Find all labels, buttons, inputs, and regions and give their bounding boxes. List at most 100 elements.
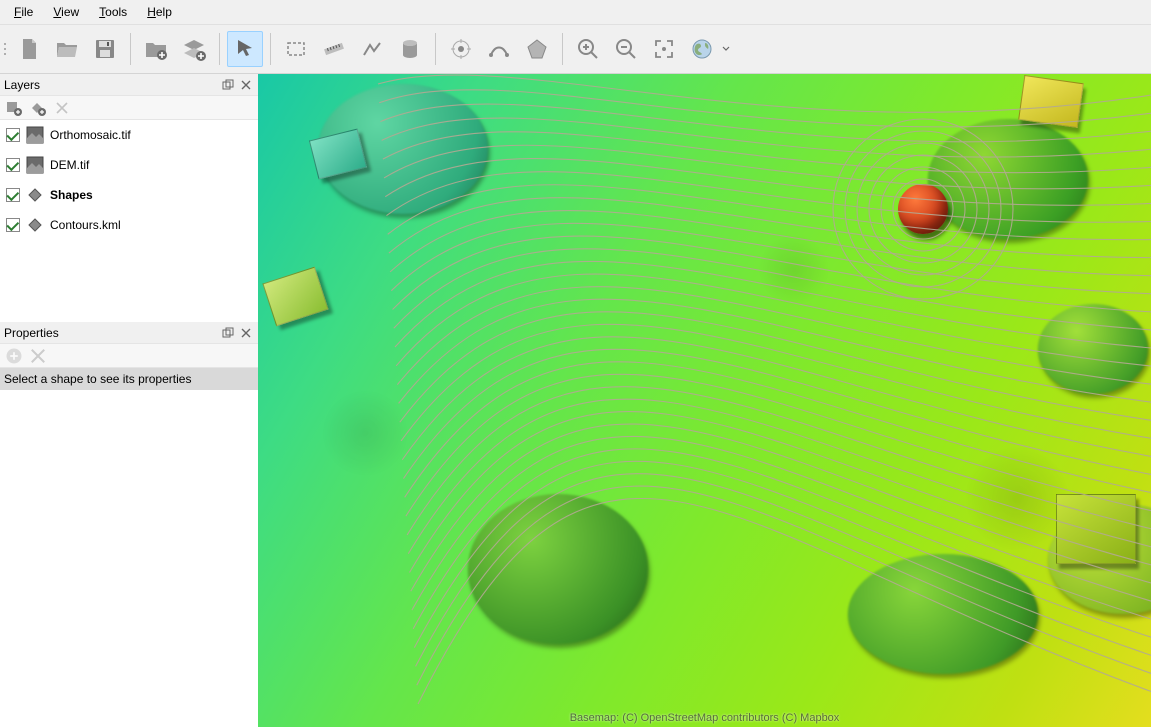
side-panels: Layers Orthomosaic.tif DEM.tif Shapes Conto… (0, 74, 258, 727)
remove-property-button[interactable] (28, 346, 48, 366)
remove-layer-button[interactable] (52, 98, 72, 118)
new-button[interactable] (11, 31, 47, 67)
add-point-button[interactable] (443, 31, 479, 67)
toolbar-separator (435, 33, 436, 65)
layer-name-label: Orthomosaic.tif (50, 128, 131, 142)
layer-row[interactable]: Contours.kml (0, 210, 258, 240)
folder-plus-icon (144, 37, 168, 61)
toolbar-separator (270, 33, 271, 65)
layer-name-label: Contours.kml (50, 218, 121, 232)
save-button[interactable] (87, 31, 123, 67)
extent-icon (652, 37, 676, 61)
main: Layers Orthomosaic.tif DEM.tif Shapes Conto… (0, 74, 1151, 727)
close-icon (28, 346, 48, 366)
layer-row[interactable]: Orthomosaic.tif (0, 120, 258, 150)
layer-visibility-checkbox[interactable] (6, 188, 20, 202)
point-icon (449, 37, 473, 61)
polyline-icon (360, 37, 384, 61)
select-tool-button[interactable] (227, 31, 263, 67)
basemap-attribution: Basemap: (C) OpenStreetMap contributors … (570, 712, 840, 724)
panel-float-button[interactable] (220, 77, 236, 93)
toolbar-separator (130, 33, 131, 65)
cylinder-icon (398, 37, 422, 61)
chevron-down-icon (722, 45, 730, 53)
document-icon (17, 37, 41, 61)
map-viewport[interactable]: Basemap: (C) OpenStreetMap contributors … (258, 74, 1151, 727)
raster-layer-icon (26, 126, 44, 144)
menu-file-rest: ile (21, 5, 33, 19)
layers-toolbar (0, 96, 258, 120)
raster-plus-icon (6, 100, 22, 116)
cursor-icon (233, 37, 257, 61)
layers-panel: Layers Orthomosaic.tif DEM.tif Shapes Conto… (0, 74, 258, 322)
basemap-dropdown[interactable] (721, 31, 731, 67)
zoom-out-button[interactable] (608, 31, 644, 67)
polygon-icon (525, 37, 549, 61)
add-layer-button[interactable] (176, 31, 212, 67)
panel-close-button[interactable] (238, 77, 254, 93)
shapes-layer-icon (26, 186, 44, 204)
menu-help-rest: elp (156, 5, 172, 19)
properties-body (0, 390, 258, 727)
layers-panel-title: Layers (4, 78, 218, 92)
marquee-icon (284, 37, 308, 61)
close-icon (240, 79, 252, 91)
float-icon (222, 79, 234, 91)
layer-name-label: Shapes (50, 188, 93, 202)
ruler-icon (322, 37, 346, 61)
zoom-out-icon (614, 37, 638, 61)
raster-layer-icon (26, 156, 44, 174)
layer-visibility-checkbox[interactable] (6, 218, 20, 232)
layer-visibility-checkbox[interactable] (6, 158, 20, 172)
toolbar-grip[interactable] (4, 43, 6, 55)
contour-lines (258, 74, 1151, 727)
polyline-tool-button[interactable] (354, 31, 390, 67)
add-shape-layer-button[interactable] (28, 98, 48, 118)
menu-help[interactable]: Help (137, 2, 182, 22)
add-polygon-button[interactable] (519, 31, 555, 67)
properties-panel: Properties Select a shape to see its pro… (0, 322, 258, 727)
zoom-in-icon (576, 37, 600, 61)
path-icon (487, 37, 511, 61)
shapes-layer-icon (26, 216, 44, 234)
menu-tools-rest: ools (105, 5, 127, 19)
layer-row[interactable]: DEM.tif (0, 150, 258, 180)
panel-close-button[interactable] (238, 325, 254, 341)
add-raster-layer-button[interactable] (4, 98, 24, 118)
shape-plus-icon (30, 100, 46, 116)
toolbar-separator (219, 33, 220, 65)
float-icon (222, 327, 234, 339)
add-path-button[interactable] (481, 31, 517, 67)
marquee-tool-button[interactable] (278, 31, 314, 67)
layer-list: Orthomosaic.tif DEM.tif Shapes Contours.kml (0, 120, 258, 322)
toolbar-separator (562, 33, 563, 65)
layers-plus-icon (182, 37, 206, 61)
open-folder-button[interactable] (138, 31, 174, 67)
menu-file[interactable]: File (4, 2, 43, 22)
layer-name-label: DEM.tif (50, 158, 89, 172)
properties-toolbar (0, 344, 258, 368)
plus-circle-icon (4, 346, 24, 366)
close-icon (54, 100, 70, 116)
ruler-tool-button[interactable] (316, 31, 352, 67)
floppy-icon (93, 37, 117, 61)
zoom-in-button[interactable] (570, 31, 606, 67)
toolbar (0, 24, 1151, 74)
menubar: File View Tools Help (0, 0, 1151, 24)
layer-row[interactable]: Shapes (0, 180, 258, 210)
open-button[interactable] (49, 31, 85, 67)
basemap-button[interactable] (684, 31, 720, 67)
layer-visibility-checkbox[interactable] (6, 128, 20, 142)
volume-tool-button[interactable] (392, 31, 428, 67)
menu-view-rest: iew (61, 5, 79, 19)
properties-panel-title: Properties (4, 326, 218, 340)
properties-panel-header: Properties (0, 322, 258, 344)
globe-icon (690, 37, 714, 61)
add-property-button[interactable] (4, 346, 24, 366)
menu-tools[interactable]: Tools (89, 2, 137, 22)
properties-hint: Select a shape to see its properties (0, 368, 258, 390)
zoom-extent-button[interactable] (646, 31, 682, 67)
panel-float-button[interactable] (220, 325, 236, 341)
layers-panel-header: Layers (0, 74, 258, 96)
menu-view[interactable]: View (43, 2, 89, 22)
